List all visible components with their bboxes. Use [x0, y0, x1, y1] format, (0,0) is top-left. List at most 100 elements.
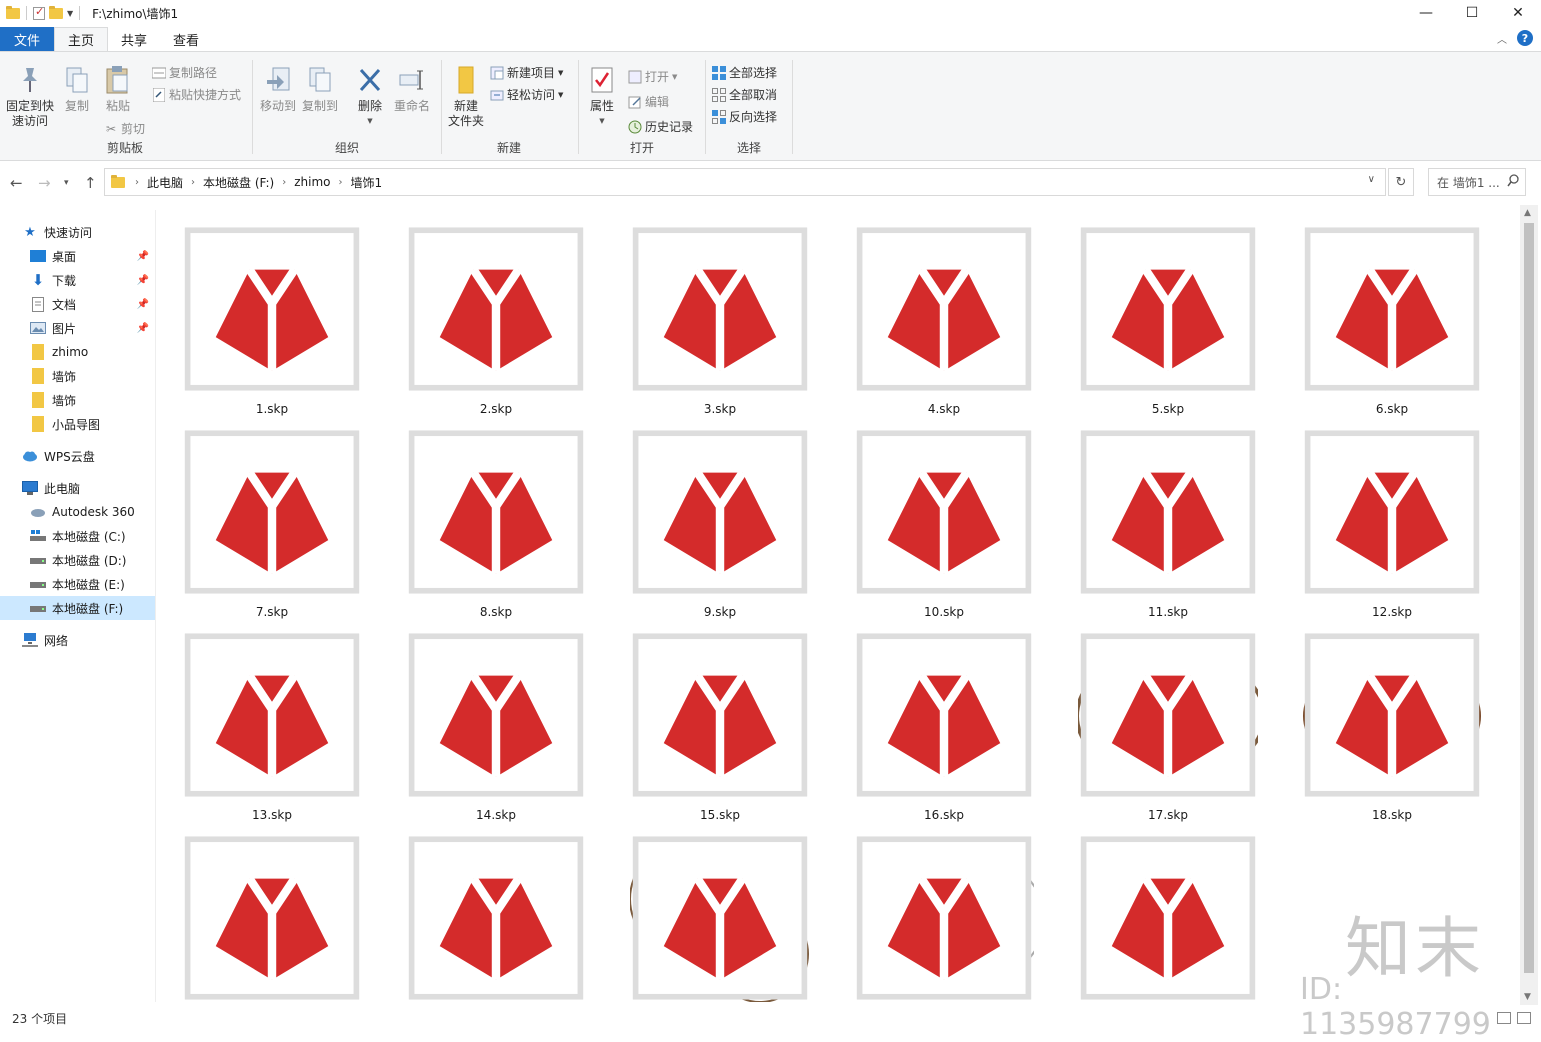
- file-item[interactable]: 13.skp: [160, 633, 384, 839]
- file-item[interactable]: 2.skp: [384, 227, 608, 433]
- paste-button[interactable]: 粘贴: [100, 64, 136, 114]
- pin-icon[interactable]: 📌: [137, 299, 149, 310]
- cut-button[interactable]: ✂ 剪切: [104, 120, 145, 137]
- sidebar-item-drive-d[interactable]: 本地磁盘 (D:): [0, 548, 155, 572]
- sidebar-item-pictures[interactable]: 图片 📌: [0, 316, 155, 340]
- sidebar-item-zhimo[interactable]: zhimo: [0, 340, 155, 364]
- tab-home[interactable]: 主页: [54, 27, 109, 51]
- easy-access-icon: [490, 88, 504, 102]
- file-item[interactable]: [608, 836, 832, 1002]
- refresh-icon[interactable]: ↻: [1388, 168, 1414, 196]
- properties-dropdown-icon[interactable]: ▼: [599, 114, 604, 129]
- rename-button[interactable]: 重命名: [392, 64, 432, 114]
- history-button[interactable]: 历史记录: [628, 118, 693, 135]
- tab-share[interactable]: 共享: [108, 27, 160, 51]
- sidebar-item-documents[interactable]: 文档 📌: [0, 292, 155, 316]
- file-item[interactable]: [384, 836, 608, 1002]
- select-all-button[interactable]: 全部选择: [712, 64, 777, 81]
- breadcrumb-zhimo[interactable]: zhimo: [294, 175, 330, 189]
- file-item[interactable]: 10.skp: [832, 430, 1056, 636]
- file-item[interactable]: 18.skp: [1280, 633, 1504, 839]
- file-item[interactable]: 1.skp: [160, 227, 384, 433]
- tab-file[interactable]: 文件: [0, 27, 55, 51]
- customize-toolbar-dropdown-icon[interactable]: ▼: [67, 9, 73, 18]
- forward-arrow-icon[interactable]: →: [38, 174, 51, 192]
- move-to-button[interactable]: 移动到: [258, 64, 298, 114]
- file-item[interactable]: 12.skp: [1280, 430, 1504, 636]
- file-item[interactable]: 15.skp: [608, 633, 832, 839]
- breadcrumb-this-pc[interactable]: 此电脑: [147, 174, 183, 191]
- breadcrumb-current[interactable]: 墙饰1: [351, 174, 383, 191]
- vertical-scrollbar[interactable]: ▲ ▼: [1520, 205, 1538, 1005]
- easy-access-button[interactable]: 轻松访问 ▼: [490, 86, 563, 103]
- search-input[interactable]: 在 墙饰1 ...: [1428, 168, 1526, 196]
- open-button[interactable]: 打开 ▼: [628, 68, 677, 85]
- delete-button[interactable]: 删除 ▼: [354, 64, 386, 129]
- sidebar-item-autodesk-360[interactable]: Autodesk 360: [0, 500, 155, 524]
- address-history-dropdown-icon[interactable]: ∨: [1368, 174, 1375, 185]
- sidebar-item-network[interactable]: 网络: [0, 628, 155, 652]
- sidebar-item-drive-c[interactable]: 本地磁盘 (C:): [0, 524, 155, 548]
- tab-view[interactable]: 查看: [160, 27, 212, 51]
- file-item[interactable]: 17.skp: [1056, 633, 1280, 839]
- file-item[interactable]: 9.skp: [608, 430, 832, 636]
- file-item[interactable]: 8.skp: [384, 430, 608, 636]
- close-button[interactable]: ✕: [1495, 0, 1541, 26]
- file-item[interactable]: 4.skp: [832, 227, 1056, 433]
- copy-to-button[interactable]: 复制到: [300, 64, 340, 114]
- up-arrow-icon[interactable]: ↑: [84, 174, 97, 192]
- delete-dropdown-icon[interactable]: ▼: [367, 114, 372, 129]
- file-item[interactable]: [160, 836, 384, 1002]
- maximize-button[interactable]: ☐: [1449, 0, 1495, 26]
- scroll-up-arrow-icon[interactable]: ▲: [1524, 208, 1531, 218]
- details-view-icon[interactable]: [1497, 1012, 1511, 1024]
- pin-icon[interactable]: 📌: [137, 251, 149, 262]
- sidebar-item-drive-e[interactable]: 本地磁盘 (E:): [0, 572, 155, 596]
- address-bar[interactable]: › 此电脑 › 本地磁盘 (F:) › zhimo › 墙饰1 ∨: [104, 168, 1386, 196]
- properties-quick-icon[interactable]: [33, 5, 45, 20]
- invert-selection-button[interactable]: 反向选择: [712, 108, 777, 125]
- sidebar-item-this-pc[interactable]: 此电脑: [0, 476, 155, 500]
- sidebar-item-downloads[interactable]: ⬇ 下载 📌: [0, 268, 155, 292]
- scrollbar-thumb[interactable]: [1524, 223, 1534, 973]
- file-item[interactable]: 5.skp: [1056, 227, 1280, 433]
- back-arrow-icon[interactable]: ←: [10, 174, 23, 192]
- pin-quick-access-button[interactable]: 固定到快 速访问: [4, 64, 56, 129]
- new-item-button[interactable]: 新建项目 ▼: [490, 64, 563, 81]
- item-count: 23 个项目: [12, 1012, 68, 1026]
- paste-shortcut-button[interactable]: 粘贴快捷方式: [152, 86, 241, 103]
- sidebar-item-drive-f[interactable]: 本地磁盘 (F:): [0, 596, 155, 620]
- minimize-button[interactable]: —: [1403, 0, 1449, 26]
- status-bar: 23 个项目: [0, 1005, 1541, 1032]
- sidebar-item-desktop[interactable]: 桌面 📌: [0, 244, 155, 268]
- pin-icon[interactable]: 📌: [137, 275, 149, 286]
- help-icon[interactable]: ?: [1517, 30, 1533, 46]
- properties-button[interactable]: 属性 ▼: [586, 64, 618, 129]
- collapse-ribbon-icon[interactable]: ︿: [1497, 31, 1507, 46]
- recent-locations-chevron-icon[interactable]: ▾: [64, 178, 69, 188]
- file-item[interactable]: 11.skp: [1056, 430, 1280, 636]
- copy-path-button[interactable]: 复制路径: [152, 64, 217, 81]
- navigation-pane: ★ 快速访问 桌面 📌 ⬇ 下载 📌 文档 📌 图片 📌 zhimo 墙饰 墙饰…: [0, 210, 156, 1002]
- sidebar-item-wall-decor-1[interactable]: 墙饰: [0, 364, 155, 388]
- sidebar-item-wall-decor-2[interactable]: 墙饰: [0, 388, 155, 412]
- sidebar-item-sketch-maps[interactable]: 小品导图: [0, 412, 155, 436]
- file-item[interactable]: 7.skp: [160, 430, 384, 636]
- file-item[interactable]: 6.skp: [1280, 227, 1504, 433]
- file-item[interactable]: 3.skp: [608, 227, 832, 433]
- file-item[interactable]: [832, 836, 1056, 1002]
- file-name: 12.skp: [1372, 605, 1412, 619]
- large-icons-view-icon[interactable]: [1517, 1012, 1531, 1024]
- edit-button[interactable]: 编辑: [628, 93, 669, 110]
- file-item[interactable]: 14.skp: [384, 633, 608, 839]
- sidebar-item-wps-cloud[interactable]: WPS云盘: [0, 444, 155, 468]
- breadcrumb-drive-f[interactable]: 本地磁盘 (F:): [203, 174, 274, 191]
- new-folder-quick-icon[interactable]: [49, 5, 63, 19]
- file-item[interactable]: 16.skp: [832, 633, 1056, 839]
- new-folder-button[interactable]: 新建 文件夹: [444, 64, 488, 129]
- copy-button[interactable]: 复制: [60, 64, 94, 114]
- file-item[interactable]: [1056, 836, 1280, 1002]
- pin-icon[interactable]: 📌: [137, 323, 149, 334]
- sidebar-quick-access[interactable]: ★ 快速访问: [0, 220, 155, 244]
- select-none-button[interactable]: 全部取消: [712, 86, 777, 103]
